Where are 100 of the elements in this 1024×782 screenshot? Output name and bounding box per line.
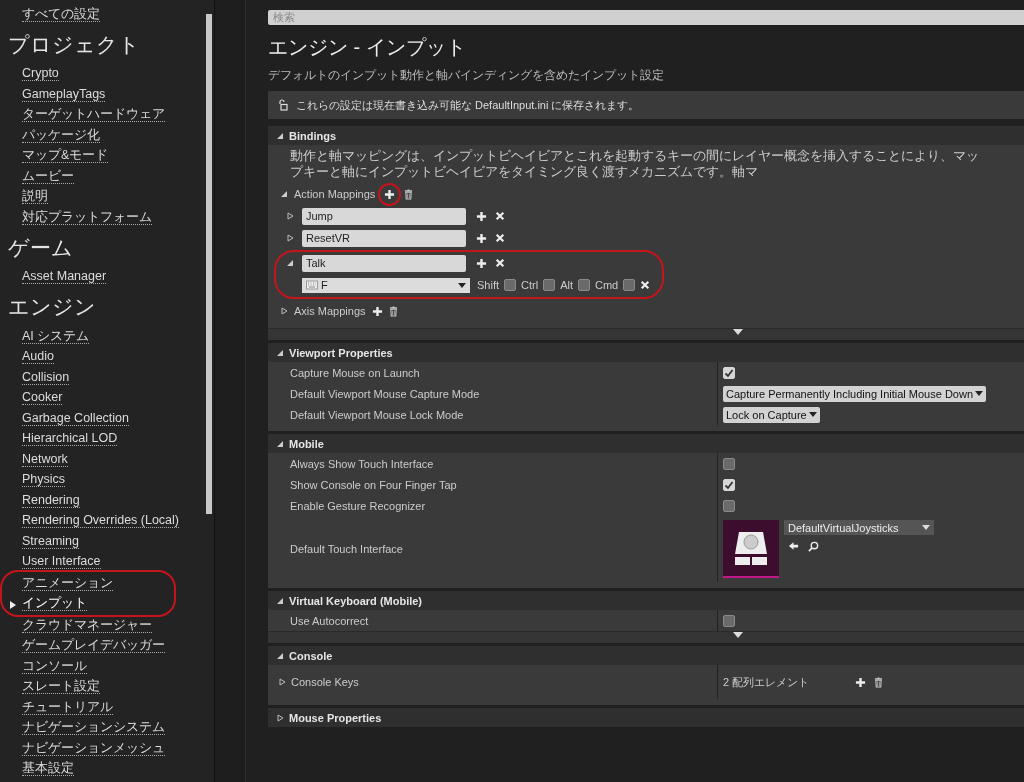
checkbox[interactable] bbox=[577, 279, 590, 291]
expanded-arrow-icon[interactable] bbox=[280, 190, 288, 198]
expanded-arrow-icon[interactable] bbox=[276, 439, 284, 448]
sidebar-item[interactable]: ナビゲーションシステム bbox=[8, 717, 206, 738]
asset-dropdown[interactable]: DefaultVirtualJoysticks bbox=[784, 520, 934, 535]
mapping-name-field[interactable]: ResetVR bbox=[302, 229, 466, 247]
section-header[interactable]: Console bbox=[268, 646, 1024, 665]
sidebar-item[interactable]: 説明 bbox=[8, 186, 206, 207]
mapping-name-field[interactable]: Jump bbox=[302, 207, 466, 225]
show-more-arrow-icon[interactable] bbox=[733, 632, 743, 639]
property-label: Default Viewport Mouse Lock Mode bbox=[290, 408, 464, 421]
sidebar-item[interactable]: Collision bbox=[8, 367, 206, 388]
sidebar-item[interactable]: クラウドマネージャー bbox=[8, 615, 206, 636]
expanded-arrow-icon[interactable] bbox=[276, 651, 284, 660]
caret-icon bbox=[922, 525, 930, 530]
sidebar-item[interactable]: Hierarchical LOD bbox=[8, 428, 206, 449]
property-label: Show Console on Four Finger Tap bbox=[290, 478, 457, 491]
sidebar-item[interactable]: User Interface bbox=[8, 551, 206, 572]
trash-icon[interactable] bbox=[874, 676, 884, 688]
sidebar-item[interactable]: マップ&モード bbox=[8, 145, 206, 166]
checkbox[interactable] bbox=[623, 279, 636, 291]
add-icon[interactable] bbox=[476, 232, 487, 244]
sidebar-item[interactable]: スレート設定 bbox=[8, 676, 206, 697]
section-header[interactable]: Mouse Properties bbox=[268, 708, 1024, 727]
sidebar-heading: プロジェクト bbox=[8, 31, 141, 58]
collapsed-arrow-icon[interactable] bbox=[276, 713, 284, 722]
sidebar-item[interactable]: パッケージ化 bbox=[8, 125, 206, 146]
keyboard-icon bbox=[306, 280, 318, 290]
close-icon[interactable] bbox=[495, 211, 505, 221]
expanded-arrow-icon[interactable] bbox=[286, 259, 294, 267]
modifier-label: Shift bbox=[477, 279, 499, 291]
property-label: Default Touch Interface bbox=[290, 543, 403, 555]
collapsed-arrow-icon[interactable] bbox=[280, 307, 288, 315]
sidebar-item[interactable]: Garbage Collection bbox=[8, 408, 206, 429]
expanded-arrow-icon[interactable] bbox=[276, 596, 284, 605]
sidebar-item[interactable]: コンソール bbox=[8, 656, 206, 677]
search-icon[interactable] bbox=[808, 541, 819, 552]
sidebar-item[interactable]: 対応プラットフォーム bbox=[8, 207, 206, 228]
sidebar-item[interactable]: Audio bbox=[8, 346, 206, 367]
checkbox[interactable] bbox=[723, 499, 735, 512]
collapsed-arrow-icon[interactable] bbox=[286, 234, 294, 242]
expanded-arrow-icon[interactable] bbox=[276, 131, 284, 140]
sidebar-item[interactable]: Rendering Overrides (Local) bbox=[8, 510, 206, 531]
dropdown[interactable]: Capture Permanently Including Initial Mouse Down bbox=[723, 385, 987, 402]
scrollbar-thumb[interactable] bbox=[206, 14, 212, 514]
sidebar-item[interactable]: インプット bbox=[8, 593, 206, 614]
trash-icon[interactable] bbox=[404, 188, 414, 200]
sidebar-item[interactable]: ムービー bbox=[8, 166, 206, 187]
checkbox[interactable] bbox=[504, 279, 516, 291]
property-label: Use Autocorrect bbox=[290, 614, 369, 627]
checkbox[interactable] bbox=[723, 457, 735, 470]
collapsed-arrow-icon[interactable] bbox=[286, 212, 294, 220]
key-dropdown[interactable]: F bbox=[302, 277, 470, 293]
trash-icon[interactable] bbox=[388, 305, 398, 317]
sidebar-item[interactable]: Asset Manager bbox=[8, 266, 206, 287]
add-icon[interactable] bbox=[476, 257, 487, 269]
sidebar-item[interactable]: ターゲットハードウェア bbox=[8, 104, 206, 125]
add-icon[interactable] bbox=[384, 188, 396, 200]
checkbox[interactable] bbox=[543, 279, 556, 291]
section-header[interactable]: Virtual Keyboard (Mobile) bbox=[268, 591, 1024, 610]
sidebar-item[interactable]: Network bbox=[8, 449, 206, 470]
modifier-label: Cmd bbox=[594, 279, 619, 291]
expanded-arrow-icon[interactable] bbox=[276, 348, 284, 357]
sidebar-item[interactable]: Cooker bbox=[8, 387, 206, 408]
add-icon[interactable] bbox=[371, 305, 383, 317]
sidebar-item[interactable]: 基本設定 bbox=[8, 758, 206, 779]
sidebar-item[interactable]: Crypto bbox=[8, 63, 206, 84]
add-icon[interactable] bbox=[476, 210, 487, 222]
sidebar-item[interactable]: ゲームプレイデバッガー bbox=[8, 635, 206, 656]
section-description: 動作と軸マッピングは、インプットビヘイビアとこれを起動するキーの間にレイヤー概念を挿入することにより、マップキーと軸にインプットビヘイビアをタイミング良く渡すメカニズムです。軸マ bbox=[289, 148, 980, 181]
sidebar-item[interactable]: チュートリアル bbox=[8, 697, 206, 718]
dropdown[interactable]: Lock on Capture bbox=[723, 406, 820, 423]
sidebar-item[interactable]: AI システム bbox=[8, 326, 206, 347]
property-label: Console Keys bbox=[291, 676, 359, 688]
sidebar-item[interactable]: ナビゲーションメッシュ bbox=[8, 738, 206, 759]
checkbox[interactable] bbox=[723, 614, 735, 627]
sidebar-item[interactable]: Physics bbox=[8, 469, 206, 490]
close-icon[interactable] bbox=[640, 280, 651, 290]
unlocked-lock-icon bbox=[278, 99, 288, 111]
add-icon[interactable] bbox=[855, 676, 867, 688]
sidebar-item[interactable]: Streaming bbox=[8, 531, 206, 552]
sidebar-link[interactable]: すべての設定 bbox=[8, 4, 206, 25]
mapping-name-field[interactable]: Talk bbox=[302, 254, 466, 272]
array-count: 2 配列エレメント bbox=[723, 674, 810, 690]
sidebar-item[interactable]: Rendering bbox=[8, 490, 206, 511]
show-more-arrow-icon[interactable] bbox=[733, 329, 743, 336]
sidebar-heading: ゲーム bbox=[8, 234, 74, 261]
close-icon[interactable] bbox=[495, 258, 505, 268]
back-arrow-icon[interactable] bbox=[788, 541, 799, 551]
section-header[interactable]: Viewport Properties bbox=[268, 343, 1024, 362]
modifier-label: Ctrl bbox=[521, 279, 539, 291]
modifier-label: Alt bbox=[560, 279, 573, 291]
section-header[interactable]: Mobile bbox=[268, 434, 1024, 453]
sidebar-item[interactable]: アニメーション bbox=[8, 573, 206, 594]
notice-text: これらの設定は現在書き込み可能な DefaultInput.ini に保存されます。 bbox=[296, 97, 640, 113]
collapsed-arrow-icon[interactable] bbox=[278, 678, 286, 686]
section-header[interactable]: Bindings bbox=[268, 126, 1024, 145]
caret-icon bbox=[808, 412, 817, 417]
sidebar-item[interactable]: GameplayTags bbox=[8, 84, 206, 105]
close-icon[interactable] bbox=[495, 233, 505, 243]
